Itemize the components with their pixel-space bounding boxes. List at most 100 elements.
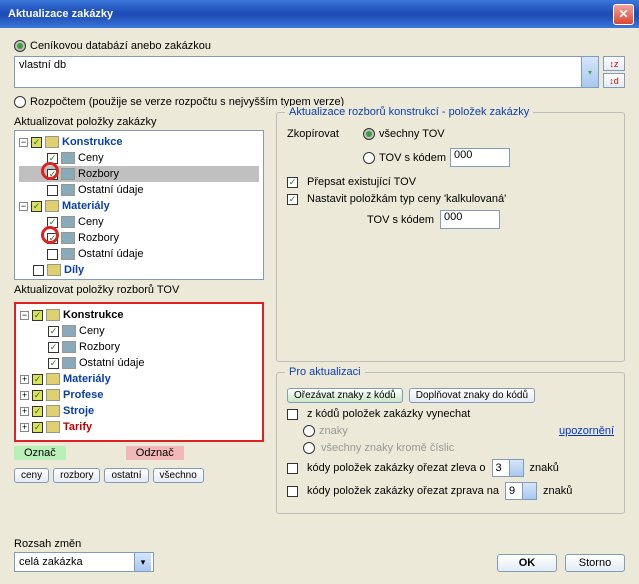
check-t-rozbory[interactable] — [48, 342, 59, 353]
node-rozbory[interactable]: Rozbory — [78, 168, 119, 180]
tnode-konstrukce[interactable]: Konstrukce — [63, 309, 124, 321]
folder-icon — [46, 389, 60, 401]
check-t-ostatni[interactable] — [48, 358, 59, 369]
item-icon — [61, 232, 75, 244]
btn-vsechno[interactable]: všechno — [153, 468, 204, 483]
btn-orezavat[interactable]: Ořezávat znaky z kódů — [287, 388, 403, 403]
expand-icon[interactable]: + — [20, 407, 29, 416]
tnode-profese[interactable]: Profese — [63, 389, 103, 401]
check-materialy[interactable] — [31, 201, 42, 212]
tnode-rozbory[interactable]: Rozbory — [79, 341, 120, 353]
radio-rozpoctem[interactable] — [14, 96, 26, 108]
tnode-ostatni[interactable]: Ostatní údaje — [79, 357, 144, 369]
item-icon — [61, 184, 75, 196]
tnode-tarify[interactable]: Tarify — [63, 421, 92, 433]
db-select[interactable]: vlastní db ▾ — [14, 56, 599, 88]
radio-tov-skodem[interactable] — [363, 152, 375, 164]
item-icon — [62, 325, 76, 337]
node-konstrukce[interactable]: Konstrukce — [62, 136, 123, 148]
mark-oznac: Označ — [14, 446, 66, 460]
titlebar: Aktualizace zakázky ✕ — [0, 0, 639, 28]
folder-icon — [47, 264, 61, 276]
window-title: Aktualizace zakázky — [8, 8, 113, 20]
check-t-materialy[interactable] — [32, 374, 43, 385]
check-t-ceny[interactable] — [48, 326, 59, 337]
folder-icon — [46, 309, 60, 321]
check-nastavit[interactable] — [287, 194, 298, 205]
proakt-title: Pro aktualizaci — [285, 366, 365, 378]
lbl-znaky: znaky — [319, 425, 348, 437]
check-zleva[interactable] — [287, 463, 298, 474]
tnode-stroje[interactable]: Stroje — [63, 405, 94, 417]
chevron-down-icon[interactable]: ▾ — [581, 57, 598, 87]
link-upozorneni[interactable]: upozornění — [559, 425, 614, 437]
highlight-circle-2 — [41, 226, 59, 244]
panel-title: Aktualizace rozborů konstrukcí - položek… — [285, 106, 533, 118]
check-t-stroje[interactable] — [32, 406, 43, 417]
btn-rozbory[interactable]: rozbory — [53, 468, 100, 483]
storno-button[interactable]: Storno — [565, 554, 625, 572]
lbl-vsechny-tov: všechny TOV — [379, 128, 445, 140]
ok-button[interactable]: OK — [497, 554, 557, 572]
lbl-zleva: kódy položek zakázky ořezat zleva o — [307, 462, 486, 474]
lbl-tov-skodem2: TOV s kódem — [367, 214, 434, 226]
node-ostatni[interactable]: Ostatní údaje — [78, 184, 143, 196]
node-ceny[interactable]: Ceny — [78, 152, 104, 164]
item-icon — [62, 357, 76, 369]
lbl-vkrome: všechny znaky kromě číslic — [321, 442, 454, 454]
highlight-circle-1 — [41, 162, 59, 180]
spin-zprava[interactable]: 9 — [505, 482, 537, 500]
check-zprava[interactable] — [287, 486, 298, 497]
folder-icon — [46, 405, 60, 417]
btn-doplnovat[interactable]: Doplňovat znaky do kódů — [409, 388, 535, 403]
lbl-znaku1: znaků — [530, 462, 559, 474]
expand-icon[interactable]: + — [20, 391, 29, 400]
check-t-tarify[interactable] — [32, 422, 43, 433]
btn-ostatni[interactable]: ostatní — [104, 468, 148, 483]
tree-tov[interactable]: − Konstrukce Ceny Rozbory Ostatní údaje +… — [14, 302, 264, 442]
check-t-profese[interactable] — [32, 390, 43, 401]
lbl-znaku2: znaků — [543, 485, 572, 497]
radio-cenikovou[interactable] — [14, 40, 26, 52]
item-icon — [61, 248, 75, 260]
tree-zakazky[interactable]: − Konstrukce Ceny Rozbory Ostatní údaje −… — [14, 130, 264, 280]
check-dily[interactable] — [33, 265, 44, 276]
lbl-zkopirovat: Zkopírovat — [287, 128, 357, 140]
check-konstrukce[interactable] — [31, 137, 42, 148]
collapse-icon[interactable]: − — [20, 311, 29, 320]
check-t-konstrukce[interactable] — [32, 310, 43, 321]
check-ostatni[interactable] — [47, 185, 58, 196]
item-icon — [61, 216, 75, 228]
node-ostatni2[interactable]: Ostatní údaje — [78, 248, 143, 260]
node-rozbory2[interactable]: Rozbory — [78, 232, 119, 244]
lbl-nastavit: Nastavit položkám typ ceny 'kalkulovaná' — [307, 193, 506, 205]
input-kod1[interactable]: 000 — [450, 148, 510, 167]
item-icon — [62, 341, 76, 353]
close-icon[interactable]: ✕ — [613, 4, 634, 25]
collapse-icon[interactable]: − — [19, 138, 28, 147]
tnode-materialy[interactable]: Materiály — [63, 373, 111, 385]
node-dily[interactable]: Díly — [64, 264, 84, 276]
check-vynechat[interactable] — [287, 409, 298, 420]
collapse-icon[interactable]: − — [19, 202, 28, 211]
rozsah-value: celá zakázka — [19, 556, 83, 568]
lbl-vynechat: z kódů položek zakázky vynechat — [307, 408, 470, 420]
item-icon — [61, 152, 75, 164]
spin-zleva[interactable]: 3 — [492, 459, 524, 477]
input-kod2[interactable]: 000 — [440, 210, 500, 229]
folder-icon — [45, 136, 59, 148]
node-ceny2[interactable]: Ceny — [78, 216, 104, 228]
folder-icon — [46, 421, 60, 433]
tnode-ceny[interactable]: Ceny — [79, 325, 105, 337]
expand-icon[interactable]: + — [20, 423, 29, 432]
node-materialy[interactable]: Materiály — [62, 200, 110, 212]
btn-ceny[interactable]: ceny — [14, 468, 49, 483]
db-btn-1[interactable]: ↕z — [603, 56, 625, 71]
check-ostatni2[interactable] — [47, 249, 58, 260]
rozsah-select[interactable]: celá zakázka — [14, 552, 154, 572]
expand-icon[interactable]: + — [20, 375, 29, 384]
check-prepsat[interactable] — [287, 177, 298, 188]
tree2-label: Aktualizovat položky rozborů TOV — [14, 284, 264, 296]
radio-vsechny-tov[interactable] — [363, 128, 375, 140]
db-btn-2[interactable]: ↕d — [603, 73, 625, 88]
